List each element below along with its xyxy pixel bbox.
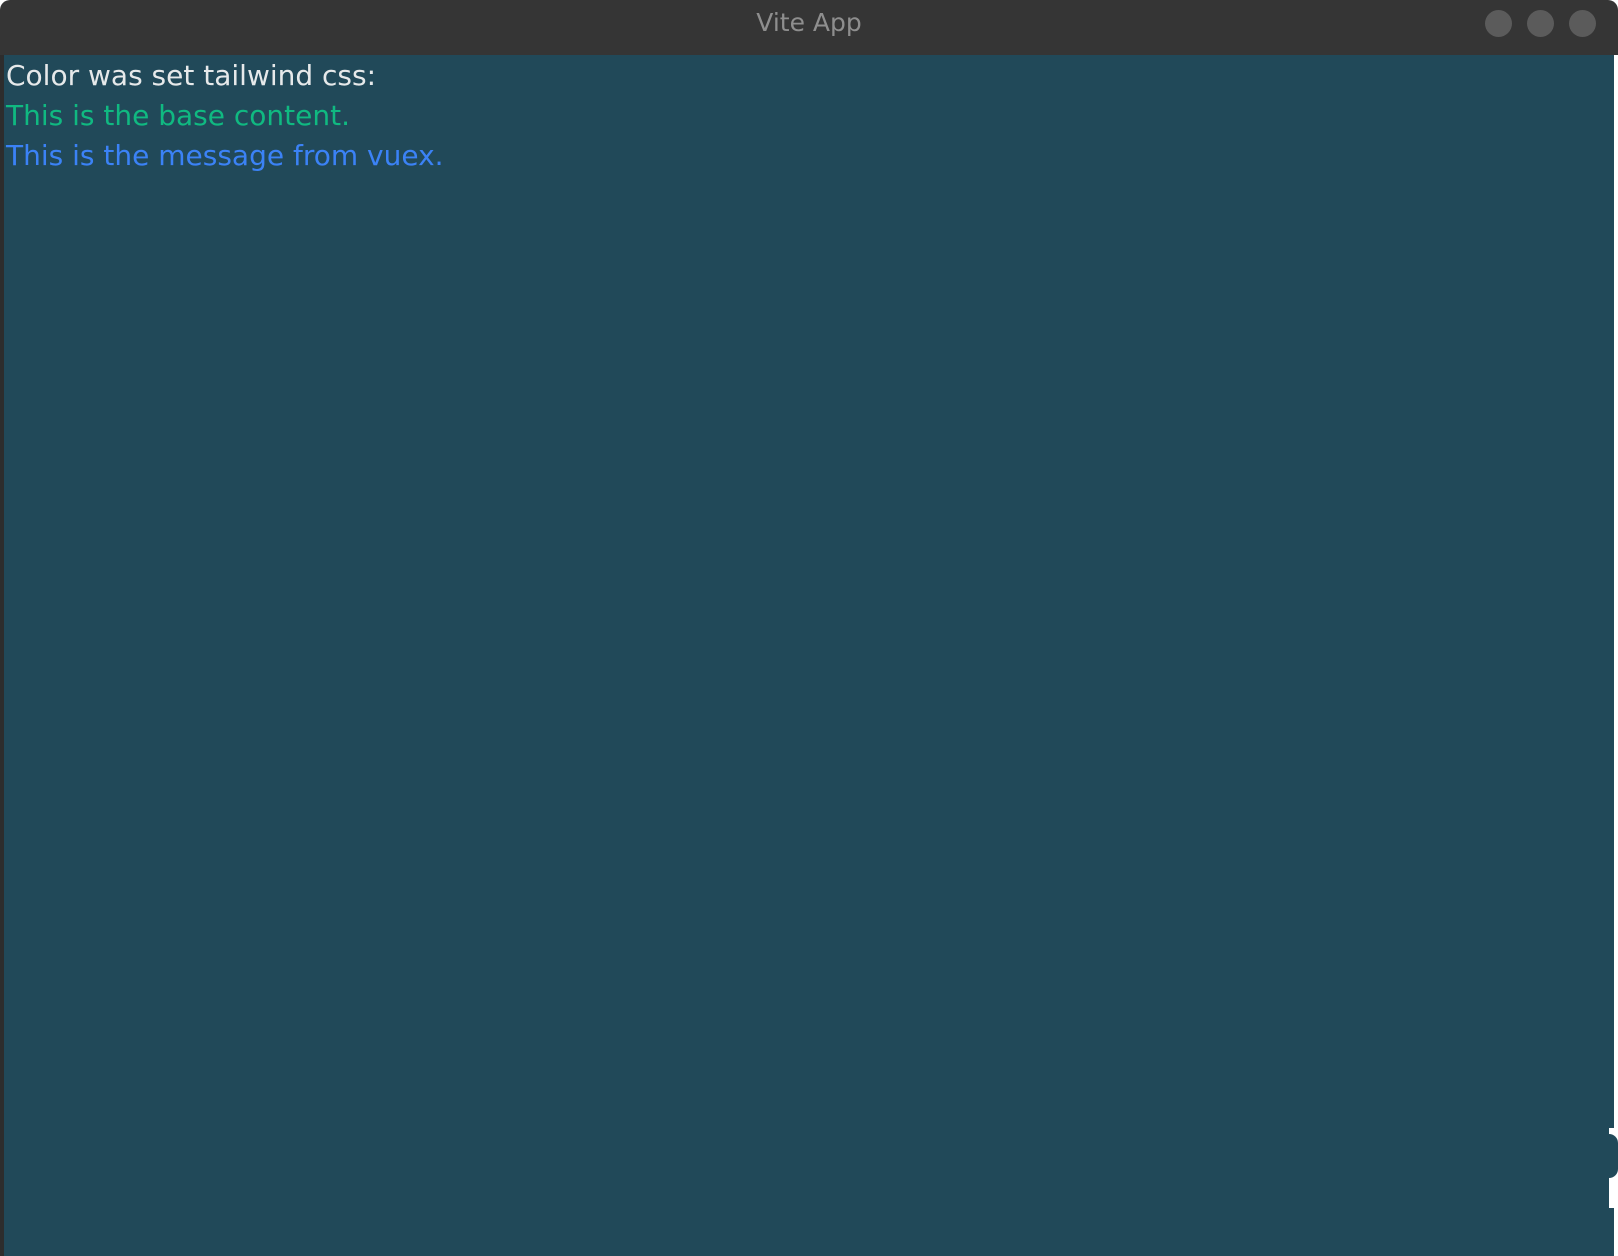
partial-edge-glyph <box>1609 1128 1618 1208</box>
vuex-message-text: This is the message from vuex. <box>6 139 444 172</box>
base-content-text: This is the base content. <box>6 99 350 132</box>
app-content: Color was set tailwind css: This is the … <box>0 55 1614 1256</box>
window-title: Vite App <box>756 8 862 37</box>
minimize-icon[interactable] <box>1485 10 1512 37</box>
maximize-icon[interactable] <box>1527 10 1554 37</box>
close-icon[interactable] <box>1569 10 1596 37</box>
app-window: Vite App Color was set tailwind css: Thi… <box>0 0 1618 1256</box>
heading-text: Color was set tailwind css: <box>6 59 377 92</box>
title-bar[interactable]: Vite App <box>0 0 1618 55</box>
